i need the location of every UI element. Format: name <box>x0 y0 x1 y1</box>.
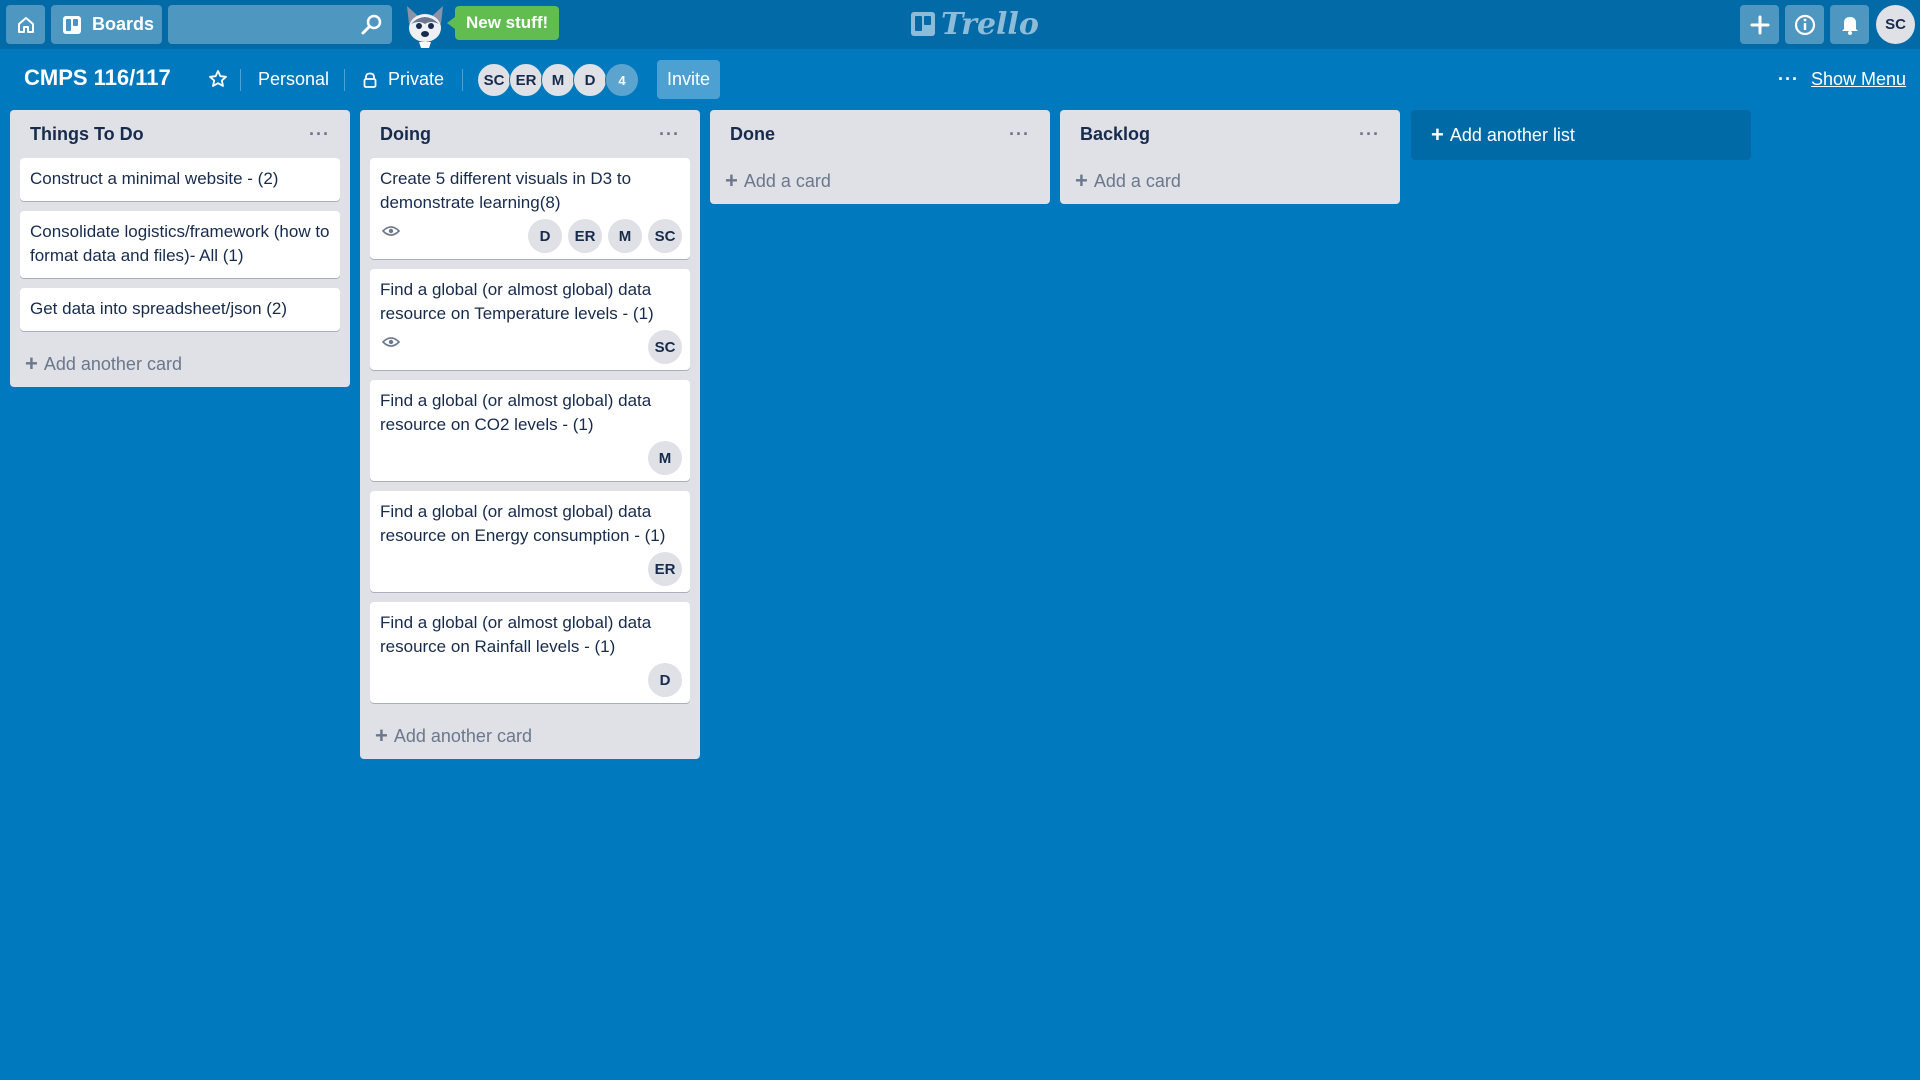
card-title: Find a global (or almost global) data re… <box>380 613 652 656</box>
eye-icon <box>382 337 400 347</box>
bell-icon <box>1841 16 1858 35</box>
card[interactable]: Find a global (or almost global) data re… <box>370 491 690 592</box>
card[interactable]: Consolidate logistics/framework (how to … <box>20 211 340 278</box>
card-title: Construct a minimal website - (2) <box>30 169 279 188</box>
home-button[interactable] <box>6 5 45 44</box>
card-member-avatar[interactable]: M <box>608 219 642 253</box>
card-member-avatar[interactable]: D <box>528 219 562 253</box>
card-title: Create 5 different visuals in D3 to demo… <box>380 169 632 212</box>
plus-icon: + <box>1431 122 1444 147</box>
list-header: Done ··· <box>710 110 1050 158</box>
list-title[interactable]: Things To Do <box>30 124 144 145</box>
star-icon[interactable] <box>208 69 228 89</box>
member-avatar[interactable]: ER <box>509 63 543 97</box>
header-divider <box>240 69 241 91</box>
add-card-button[interactable]: + Add a card <box>1060 158 1400 204</box>
boards-icon <box>63 15 81 34</box>
add-list-label: Add another list <box>1449 124 1575 145</box>
show-menu-button[interactable]: ··· Show Menu <box>1778 69 1906 90</box>
trello-logo[interactable]: Trello <box>911 6 1039 42</box>
card-member-avatar[interactable]: SC <box>648 330 682 364</box>
add-card-button[interactable]: + Add another card <box>10 341 350 387</box>
visibility-button[interactable]: Private <box>362 69 444 90</box>
list-menu-icon[interactable]: ··· <box>309 124 330 145</box>
notifications-button[interactable] <box>1830 5 1869 44</box>
boards-button[interactable]: Boards <box>51 5 162 44</box>
show-menu-label: Show Menu <box>1810 69 1907 89</box>
card-title: Consolidate logistics/framework (how to … <box>30 222 330 265</box>
card[interactable]: Find a global (or almost global) data re… <box>370 380 690 481</box>
header-divider <box>462 69 463 91</box>
card[interactable]: Find a global (or almost global) data re… <box>370 269 690 370</box>
list-header: Things To Do ··· <box>10 110 350 158</box>
list-title[interactable]: Backlog <box>1080 124 1150 145</box>
add-card-label: Add a card <box>1093 170 1181 191</box>
list-things-to-do: Things To Do ··· Construct a minimal web… <box>10 110 350 387</box>
card-member-avatar[interactable]: M <box>648 441 682 475</box>
list-title[interactable]: Done <box>730 124 775 145</box>
search-input[interactable] <box>168 5 392 44</box>
add-card-label: Add another card <box>43 353 182 374</box>
card-member-avatar[interactable]: D <box>648 663 682 697</box>
card[interactable]: Get data into spreadsheet/json (2) <box>20 288 340 331</box>
list-title[interactable]: Doing <box>380 124 431 145</box>
list-menu-icon[interactable]: ··· <box>659 124 680 145</box>
add-card-button[interactable]: + Add a card <box>710 158 1050 204</box>
more-members-badge[interactable]: 4 <box>605 63 639 97</box>
user-avatar[interactable]: SC <box>1876 5 1915 44</box>
new-stuff-badge[interactable]: New stuff! <box>446 6 560 40</box>
create-button[interactable] <box>1740 5 1779 44</box>
card-member-avatar[interactable]: ER <box>648 552 682 586</box>
team-button[interactable]: Personal <box>258 69 329 90</box>
header-divider <box>344 69 345 91</box>
top-bar: Boards New stuff! Trello SC <box>0 0 1920 49</box>
info-button[interactable] <box>1785 5 1824 44</box>
card[interactable]: Find a global (or almost global) data re… <box>370 602 690 703</box>
add-card-label: Add a card <box>743 170 831 191</box>
eye-icon <box>382 226 400 236</box>
home-icon <box>17 16 34 33</box>
card-title: Find a global (or almost global) data re… <box>380 502 666 545</box>
card-title: Find a global (or almost global) data re… <box>380 391 652 434</box>
card[interactable]: Construct a minimal website - (2) <box>20 158 340 201</box>
plus-icon <box>1750 15 1769 34</box>
member-avatar[interactable]: D <box>573 63 607 97</box>
card-member-avatar[interactable]: SC <box>648 219 682 253</box>
info-icon <box>1794 14 1815 35</box>
logo-text: Trello <box>941 6 1039 42</box>
member-avatar[interactable]: SC <box>477 63 511 97</box>
add-card-button[interactable]: + Add another card <box>360 713 700 759</box>
invite-button[interactable]: Invite <box>657 60 720 99</box>
list-header: Doing ··· <box>360 110 700 158</box>
list-backlog: Backlog ··· + Add a card <box>1060 110 1400 204</box>
member-avatar[interactable]: M <box>541 63 575 97</box>
boards-label: Boards <box>92 14 155 34</box>
lock-icon <box>363 72 377 88</box>
add-list-button[interactable]: + Add another list <box>1411 110 1751 160</box>
list-menu-icon[interactable]: ··· <box>1359 124 1380 145</box>
board-title[interactable]: CMPS 116/117 <box>24 65 171 91</box>
more-dots-icon: ··· <box>1778 69 1799 89</box>
card-title: Find a global (or almost global) data re… <box>380 280 654 323</box>
list-doing: Doing ··· Create 5 different visuals in … <box>360 110 700 759</box>
plus-icon: + <box>375 723 388 748</box>
list-done: Done ··· + Add a card <box>710 110 1050 204</box>
card[interactable]: Create 5 different visuals in D3 to demo… <box>370 158 690 259</box>
taco-mascot-icon[interactable] <box>401 2 449 48</box>
trello-logo-icon <box>911 12 935 36</box>
visibility-label: Private <box>388 69 445 89</box>
plus-icon: + <box>725 168 738 193</box>
plus-icon: + <box>1075 168 1088 193</box>
card-title: Get data into spreadsheet/json (2) <box>30 299 288 318</box>
list-header: Backlog ··· <box>1060 110 1400 158</box>
plus-icon: + <box>25 351 38 376</box>
list-menu-icon[interactable]: ··· <box>1009 124 1030 145</box>
card-member-avatar[interactable]: ER <box>568 219 602 253</box>
add-card-label: Add another card <box>393 725 532 746</box>
search-icon[interactable] <box>360 13 384 37</box>
